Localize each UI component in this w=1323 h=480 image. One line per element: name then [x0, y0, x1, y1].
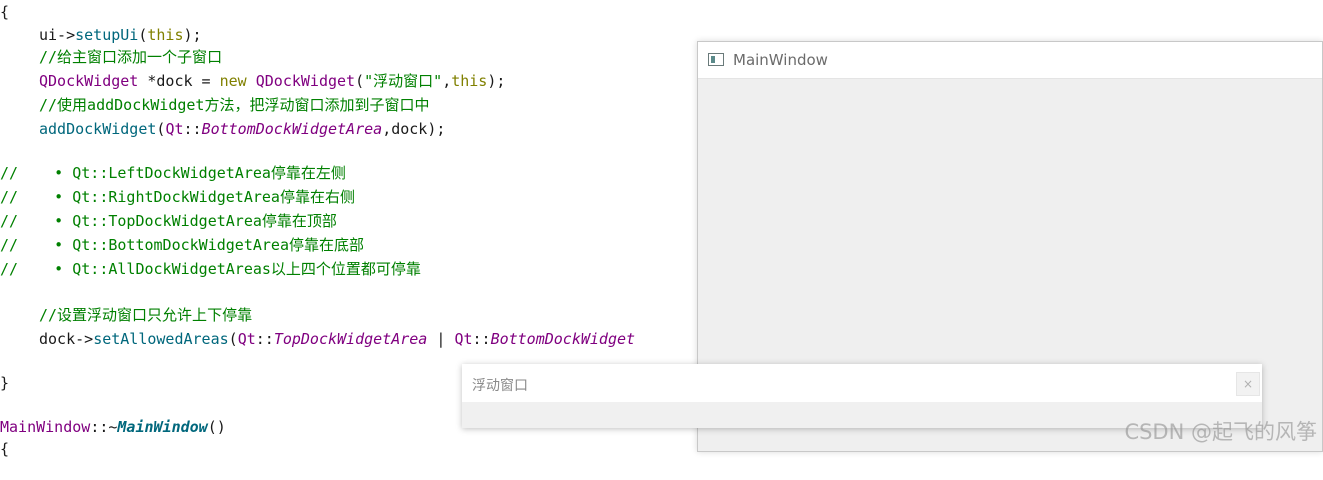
code-token: setupUi: [75, 26, 139, 44]
code-token: );: [183, 26, 202, 44]
window-icon: [708, 53, 724, 66]
code-token: Qt: [454, 330, 473, 348]
code-token: Qt: [165, 120, 184, 138]
code-token: );: [487, 72, 506, 90]
code-line: QDockWidget *dock = new QDockWidget("浮动窗…: [39, 69, 505, 93]
code-token: "浮动窗口": [364, 72, 443, 90]
brace-open: {: [0, 3, 10, 21]
dock-title: 浮动窗口: [472, 378, 528, 394]
code-token: QDockWidget: [39, 72, 139, 90]
code-token: (): [207, 418, 226, 436]
code-token: dock->: [39, 330, 94, 348]
code-token: ,dock);: [382, 120, 446, 138]
code-comment: // • Qt::AllDockWidgetAreas以上四个位置都可停靠: [0, 260, 421, 278]
code-token: ,: [442, 72, 452, 90]
code-line: addDockWidget(Qt::BottomDockWidgetArea,d…: [39, 117, 445, 141]
dock-close-button[interactable]: ×: [1236, 372, 1260, 396]
code-token: (: [228, 330, 238, 348]
code-token: ::: [472, 330, 491, 348]
code-line: MainWindow::~MainWindow(): [0, 415, 226, 439]
code-token: Qt: [237, 330, 256, 348]
code-token: MainWindow: [117, 418, 208, 436]
code-line: dock->setAllowedAreas(Qt::TopDockWidgetA…: [39, 327, 635, 351]
code-token: ui->: [39, 26, 76, 44]
code-token: this: [451, 72, 488, 90]
code-token: MainWindow: [0, 418, 91, 436]
brace-open: {: [0, 440, 10, 458]
dock-titlebar[interactable]: 浮动窗口 ×: [462, 364, 1262, 402]
code-token: this: [147, 26, 184, 44]
code-token: (: [355, 72, 365, 90]
code-token: new: [219, 72, 247, 90]
code-comment: // • Qt::RightDockWidgetArea停靠在右侧: [0, 188, 355, 206]
code-token: addDockWidget: [39, 120, 157, 138]
code-token: QDockWidget: [255, 72, 356, 90]
code-comment: //设置浮动窗口只允许上下停靠: [39, 306, 253, 324]
code-comment: // • Qt::BottomDockWidgetArea停靠在底部: [0, 236, 364, 254]
main-window-title: MainWindow: [733, 51, 828, 69]
code-token: BottomDockWidget: [490, 330, 636, 348]
code-comment: // • Qt::TopDockWidgetArea停靠在顶部: [0, 212, 337, 230]
code-token: ::: [183, 120, 202, 138]
code-token: setAllowedAreas: [93, 330, 229, 348]
brace-close: }: [0, 374, 10, 392]
code-token: TopDockWidgetArea: [273, 330, 428, 348]
code-token: BottomDockWidgetArea: [201, 120, 383, 138]
code-comment: // • Qt::LeftDockWidgetArea停靠在左侧: [0, 164, 346, 182]
code-token: ::~: [90, 418, 118, 436]
code-line: ui->setupUi(this);: [39, 23, 202, 47]
code-token: |: [427, 330, 455, 348]
watermark: CSDN @起飞的风筝: [1124, 420, 1317, 444]
code-comment: //给主窗口添加一个子窗口: [39, 48, 223, 66]
code-token: *dock =: [138, 72, 220, 90]
code-comment: //使用addDockWidget方法，把浮动窗口添加到子窗口中: [39, 96, 430, 114]
code-line: {: [0, 0, 9, 24]
main-window-titlebar[interactable]: MainWindow: [698, 42, 1322, 79]
code-token: ::: [255, 330, 274, 348]
